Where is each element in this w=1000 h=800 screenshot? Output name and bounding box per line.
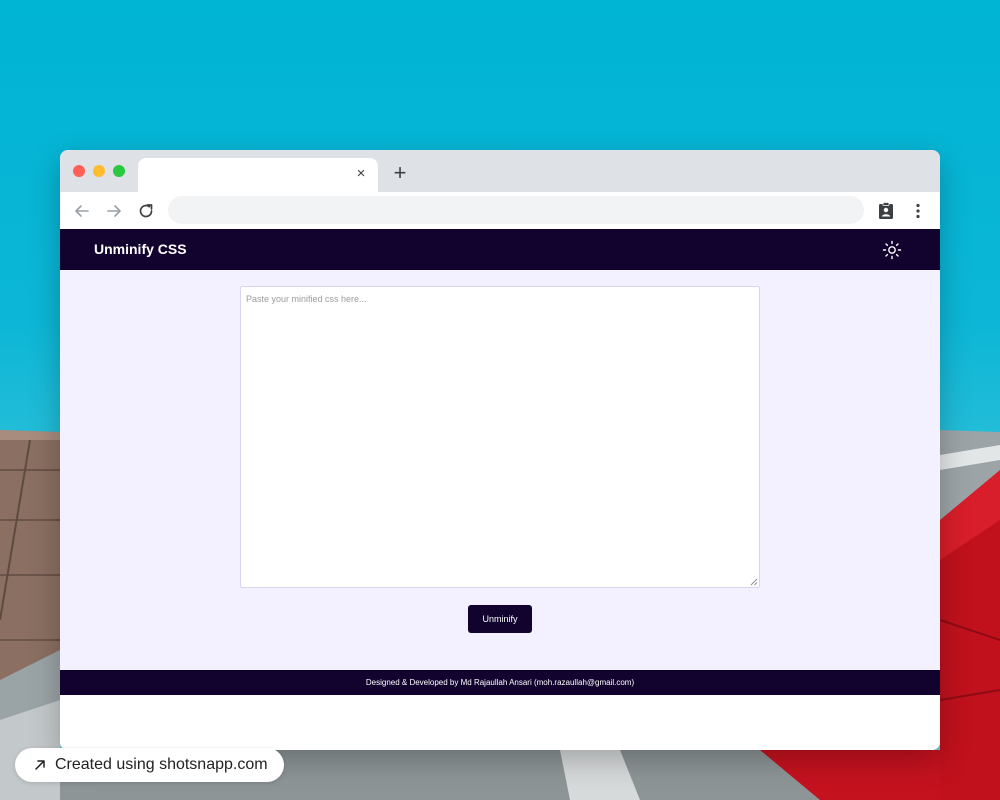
arrow-up-right-icon [35,760,45,770]
app-title: Unminify CSS [94,241,187,257]
footer: Designed & Developed by Md Rajaullah Ans… [60,670,940,695]
unminify-button[interactable]: Unminify [468,605,532,633]
back-arrow-icon[interactable] [72,201,92,221]
shotsnapp-credit-badge[interactable]: Created using shotsnapp.com [15,748,284,782]
plus-icon[interactable]: + [390,162,410,184]
credit-text: Created using shotsnapp.com [55,756,268,773]
forward-arrow-icon[interactable] [104,201,124,221]
close-window-button[interactable] [73,165,85,177]
footer-credit-text: Designed & Developed by Md Rajaullah Ans… [365,678,635,687]
address-bar[interactable] [168,196,864,224]
browser-tab[interactable]: × [138,158,378,192]
browser-toolbar [60,192,940,229]
tab-bar: × + [60,150,940,192]
resize-handle-icon[interactable] [750,578,758,586]
sun-icon[interactable] [882,240,902,260]
css-input-textarea[interactable] [240,286,760,588]
kebab-menu-icon[interactable] [908,201,928,221]
close-icon[interactable]: × [354,166,368,181]
app-header: Unminify CSS [60,229,940,270]
reload-icon[interactable] [136,201,156,221]
main-content: Unminify [60,270,940,670]
web-page: Unminify CSS Un [60,229,940,750]
minimize-window-button[interactable] [93,165,105,177]
browser-window: × + Unminify CSS Paste your minified css… [60,150,940,750]
maximize-window-button[interactable] [113,165,125,177]
clipboard-person-icon[interactable] [876,201,896,221]
